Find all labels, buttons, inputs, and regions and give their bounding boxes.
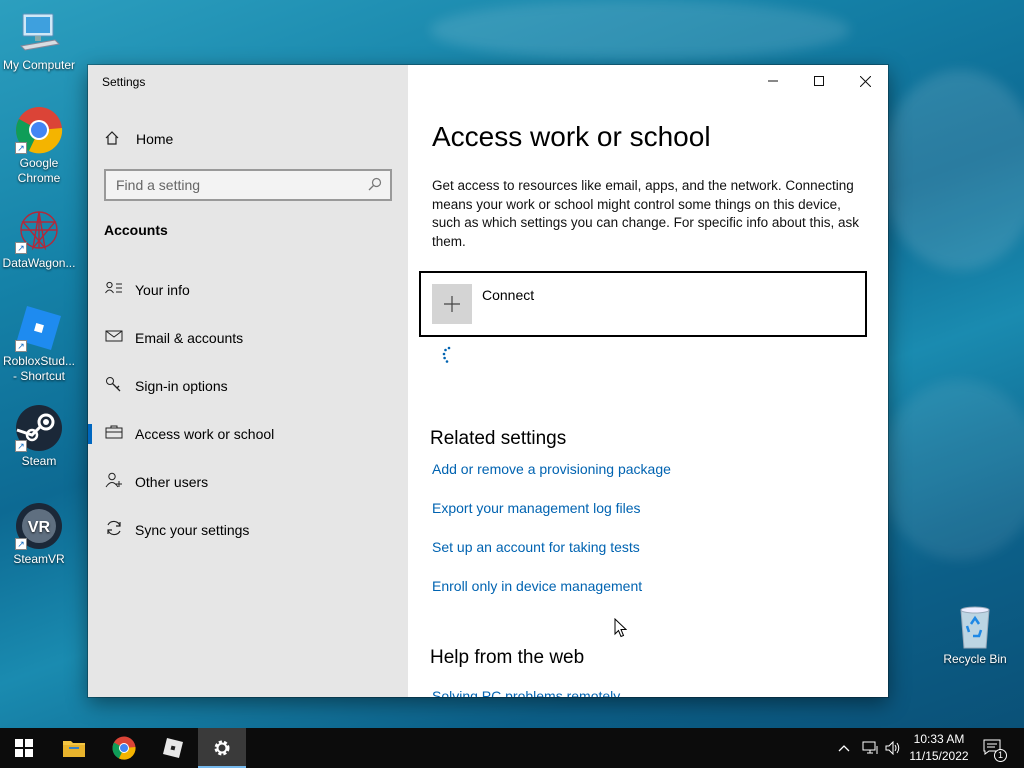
loading-spinner-icon — [442, 346, 456, 363]
desktop-icon-label: SteamVR — [13, 552, 65, 566]
steamvr-icon: VR ↗ — [15, 502, 63, 550]
link-provisioning-package[interactable]: Add or remove a provisioning package — [432, 461, 671, 477]
steam-icon: ↗ — [15, 404, 63, 452]
action-center-button[interactable]: 1 — [983, 728, 1007, 768]
desktop-icon-label: Recycle Bin — [943, 652, 1007, 666]
your-info-icon — [104, 281, 124, 299]
link-export-management-logs[interactable]: Export your management log files — [432, 500, 641, 516]
roblox-icon — [163, 738, 183, 758]
home-icon — [104, 130, 120, 149]
clock-time: 10:33 AM — [913, 732, 965, 746]
page-description: Get access to resources like email, apps… — [432, 178, 859, 249]
clock-date: 11/15/2022 — [909, 749, 969, 763]
desktop-icon-label: Chrome — [17, 171, 61, 185]
computer-icon — [15, 8, 63, 56]
notification-count-badge: 1 — [994, 749, 1007, 762]
desktop-icon-label: Google — [19, 156, 59, 170]
shortcut-arrow-icon: ↗ — [15, 242, 27, 254]
settings-content-pane: Access work or school Get access to reso… — [408, 65, 888, 697]
shortcut-arrow-icon: ↗ — [15, 538, 27, 550]
desktop-icon-recycle-bin[interactable]: Recycle Bin — [937, 602, 1013, 667]
desktop-icon-label: My Computer — [2, 58, 76, 72]
wallpaper-highlight — [430, 0, 850, 60]
folder-icon — [63, 741, 85, 757]
window-title: Settings — [102, 75, 146, 89]
taskbar-chrome[interactable] — [100, 728, 148, 768]
link-account-for-tests[interactable]: Set up an account for taking tests — [432, 539, 640, 555]
briefcase-icon — [104, 425, 124, 443]
tray-network[interactable] — [862, 728, 880, 768]
desktop-icon-label: DataWagon... — [2, 256, 76, 270]
tray-volume[interactable] — [885, 728, 901, 768]
link-enroll-device-management[interactable]: Enroll only in device management — [432, 578, 642, 594]
sidebar-item-sync-your-settings[interactable]: Sync your settings — [88, 510, 408, 550]
person-icon — [104, 472, 124, 492]
sidebar-item-label: Sign-in options — [135, 378, 228, 394]
settings-nav-pane: Settings Home Find a setting Accounts Yo… — [88, 65, 408, 697]
search-input[interactable]: Find a setting — [104, 169, 392, 201]
start-button[interactable] — [0, 728, 48, 768]
sidebar-item-label: Other users — [135, 474, 209, 490]
help-from-web-heading: Help from the web — [430, 647, 585, 668]
plus-icon — [432, 284, 472, 324]
shortcut-arrow-icon: ↗ — [15, 142, 27, 154]
taskbar-file-explorer[interactable] — [50, 728, 98, 768]
mouse-cursor-icon — [614, 618, 627, 638]
sidebar-item-sign-in-options[interactable]: Sign-in options — [88, 366, 408, 406]
sidebar-item-your-info[interactable]: Your info — [88, 270, 408, 310]
shortcut-arrow-icon: ↗ — [15, 340, 27, 352]
nav-section-heading: Accounts — [104, 222, 168, 238]
page-title: Access work or school — [432, 121, 711, 152]
desktop-icon-my-computer[interactable]: My Computer — [1, 8, 77, 73]
wallpaper-highlight — [880, 380, 1024, 560]
sync-icon — [104, 520, 124, 540]
desktop-icon-label: - Shortcut — [12, 369, 66, 383]
sidebar-item-email-accounts[interactable]: Email & accounts — [88, 318, 408, 358]
sidebar-item-access-work-or-school[interactable]: Access work or school — [88, 414, 408, 454]
connect-label: Connect — [482, 287, 535, 303]
wallpaper-highlight — [880, 70, 1024, 270]
search-placeholder: Find a setting — [116, 177, 201, 193]
taskbar-clock[interactable]: 10:33 AM 11/15/2022 — [902, 731, 976, 765]
chrome-icon — [112, 736, 136, 760]
key-icon — [104, 376, 124, 396]
volume-icon — [885, 741, 900, 755]
shortcut-arrow-icon: ↗ — [15, 440, 27, 452]
sidebar-item-label: Access work or school — [135, 426, 275, 442]
settings-window: Settings Home Find a setting Accounts Yo… — [88, 65, 888, 697]
steamvr-badge-text: VR — [28, 519, 51, 536]
mail-icon — [104, 329, 124, 347]
taskbar-settings[interactable] — [198, 728, 246, 768]
chrome-icon: ↗ — [15, 106, 63, 154]
link-solving-pc-problems[interactable]: Solving PC problems remotely — [432, 688, 620, 697]
roblox-studio-icon: ↗ — [15, 304, 63, 352]
sidebar-item-label: Your info — [135, 282, 190, 298]
sidebar-item-other-users[interactable]: Other users — [88, 462, 408, 502]
network-icon — [862, 741, 878, 754]
connect-button[interactable]: Connect — [419, 271, 867, 337]
datawagon-icon: ↗ — [15, 206, 63, 254]
desktop-icon-roblox-studio[interactable]: ↗ RobloxStud... - Shortcut — [1, 304, 77, 384]
search-icon — [368, 177, 382, 194]
desktop-icon-datawagon[interactable]: ↗ DataWagon... — [1, 206, 77, 271]
tray-show-hidden[interactable] — [838, 728, 850, 768]
chevron-up-icon — [838, 745, 850, 752]
sidebar-item-label: Sync your settings — [135, 522, 250, 538]
related-settings-heading: Related settings — [430, 428, 567, 449]
windows-logo-icon — [15, 739, 33, 757]
desktop-icon-google-chrome[interactable]: ↗ Google Chrome — [1, 106, 77, 186]
nav-home[interactable]: Home — [104, 128, 173, 150]
sidebar-item-label: Email & accounts — [135, 330, 244, 346]
recycle-bin-icon — [951, 602, 999, 650]
taskbar-roblox[interactable] — [149, 728, 197, 768]
nav-home-label: Home — [136, 131, 174, 147]
gear-icon — [214, 740, 230, 756]
taskbar: 10:33 AM 11/15/2022 1 — [0, 728, 1024, 768]
desktop-icon-label: Steam — [21, 454, 57, 468]
desktop-icon-steam[interactable]: ↗ Steam — [1, 404, 77, 469]
desktop-icon-steamvr[interactable]: VR ↗ SteamVR — [1, 502, 77, 567]
desktop-icon-label: RobloxStud... — [2, 354, 76, 368]
